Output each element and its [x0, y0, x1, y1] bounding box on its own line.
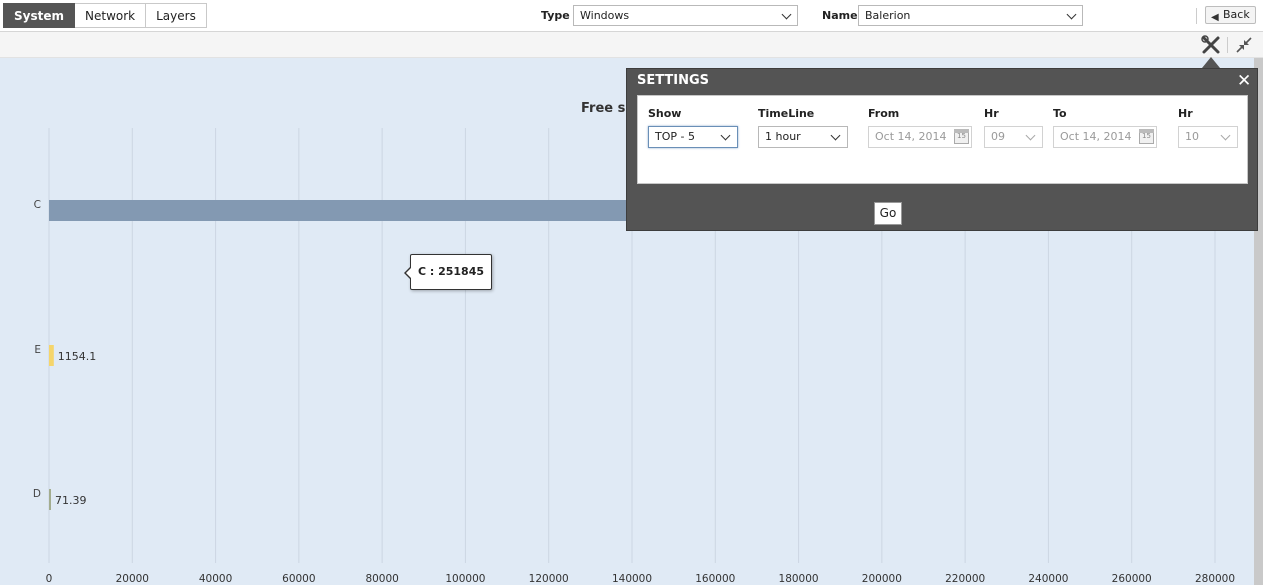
- to-label: To: [1053, 107, 1067, 120]
- x-tick-label: 280000: [1195, 573, 1235, 585]
- name-select[interactable]: Balerion: [858, 5, 1083, 26]
- to-hr-value: 10: [1185, 130, 1199, 143]
- collapse-arrows-icon[interactable]: [1232, 34, 1256, 56]
- type-label: Type: [541, 9, 570, 22]
- x-tick-label: 0: [46, 573, 53, 585]
- bars: [49, 200, 1098, 510]
- x-tick-label: 40000: [199, 573, 232, 585]
- x-tick-label: 240000: [1028, 573, 1068, 585]
- calendar-icon[interactable]: 15: [954, 129, 969, 144]
- name-label: Name: [822, 9, 858, 22]
- from-hr-value: 09: [991, 130, 1005, 143]
- show-select[interactable]: TOP - 5: [648, 126, 738, 148]
- bar-d: [49, 489, 51, 510]
- from-date-value: Oct 14, 2014: [875, 130, 947, 143]
- x-tick-label: 260000: [1112, 573, 1152, 585]
- x-tick-label: 80000: [365, 573, 398, 585]
- to-date-value: Oct 14, 2014: [1060, 130, 1132, 143]
- calendar-icon[interactable]: 15: [1139, 129, 1154, 144]
- chevron-down-icon: [830, 130, 841, 141]
- labels: 0 20000 40000 60000 80000 100000 120000 140000 1…: [33, 199, 1235, 585]
- chevron-down-icon: [781, 9, 792, 20]
- x-tick-label: 160000: [695, 573, 735, 585]
- x-tick-label: 120000: [529, 573, 569, 585]
- x-tick-label: 20000: [116, 573, 149, 585]
- y-category-label: E: [34, 344, 41, 356]
- bar-e: [49, 345, 54, 366]
- settings-form: Show TOP - 5 TimeLine 1 hour From Oct 14…: [637, 95, 1248, 184]
- settings-title: SETTINGS: [637, 73, 710, 88]
- show-select-value: TOP - 5: [655, 130, 695, 143]
- timeline-select-value: 1 hour: [765, 130, 801, 143]
- timeline-select[interactable]: 1 hour: [758, 126, 848, 148]
- x-tick-label: 60000: [282, 573, 315, 585]
- close-icon[interactable]: ✕: [1237, 73, 1251, 90]
- toolbar-strip: [0, 32, 1263, 58]
- divider: [1227, 37, 1228, 53]
- chevron-down-icon: [1025, 130, 1036, 141]
- type-select[interactable]: Windows: [573, 5, 798, 26]
- to-hr-label: Hr: [1178, 107, 1193, 120]
- divider: [1196, 8, 1197, 24]
- y-category-label: C: [34, 199, 41, 211]
- x-tick-label: 180000: [779, 573, 819, 585]
- from-hr-select[interactable]: 09: [984, 126, 1043, 148]
- x-tick-label: 220000: [945, 573, 985, 585]
- back-button[interactable]: ◀ Back: [1205, 6, 1256, 24]
- from-hr-label: Hr: [984, 107, 999, 120]
- popup-caret: [1202, 57, 1220, 68]
- chevron-down-icon: [720, 130, 731, 141]
- name-select-value: Balerion: [865, 9, 911, 22]
- x-tick-label: 140000: [612, 573, 652, 585]
- tab-layers[interactable]: Layers: [146, 3, 207, 28]
- tools-icon[interactable]: [1199, 34, 1223, 56]
- go-button[interactable]: Go: [874, 202, 902, 225]
- settings-popup: SETTINGS ✕ Show TOP - 5 TimeLine 1 hour …: [626, 68, 1258, 231]
- tab-system[interactable]: System: [3, 3, 75, 28]
- show-label: Show: [648, 107, 682, 120]
- timeline-label: TimeLine: [758, 107, 815, 120]
- tab-bar: System Network Layers: [3, 3, 207, 28]
- chevron-down-icon: [1220, 130, 1231, 141]
- from-date-field[interactable]: Oct 14, 2014 15: [868, 126, 972, 148]
- to-hr-select[interactable]: 10: [1178, 126, 1238, 148]
- back-arrow-icon: ◀: [1211, 12, 1219, 23]
- x-tick-label: 100000: [445, 573, 485, 585]
- tab-network[interactable]: Network: [75, 3, 147, 28]
- chevron-down-icon: [1066, 9, 1077, 20]
- type-select-value: Windows: [580, 9, 630, 22]
- back-button-label: Back: [1223, 8, 1250, 21]
- to-date-field[interactable]: Oct 14, 2014 15: [1053, 126, 1157, 148]
- bar-tooltip: C : 251845: [404, 254, 492, 290]
- data-label: 1154.1: [58, 350, 96, 363]
- top-bar: System Network Layers Type Windows Name …: [0, 0, 1263, 32]
- data-label: 71.39: [55, 494, 87, 507]
- from-label: From: [868, 107, 900, 120]
- y-category-label: D: [33, 488, 41, 500]
- x-tick-label: 200000: [862, 573, 902, 585]
